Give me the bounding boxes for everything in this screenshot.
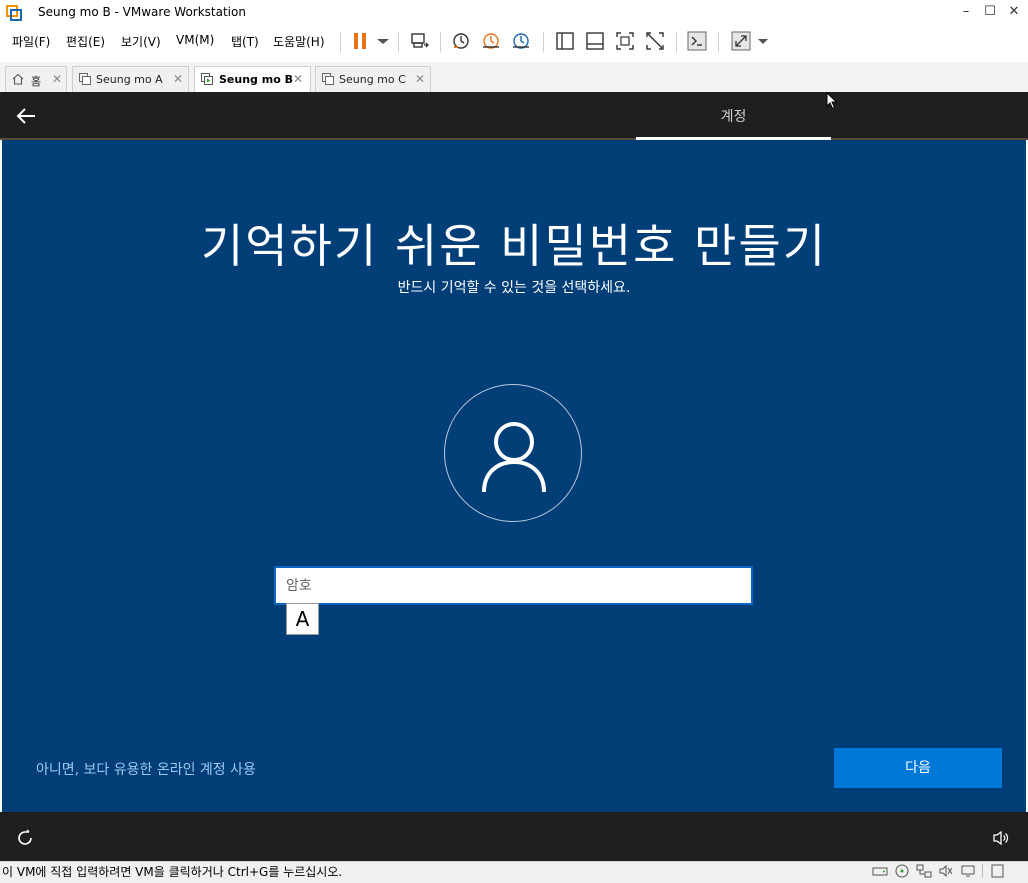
tab-home[interactable]: 홈 ✕ <box>5 66 67 92</box>
send-ctrl-alt-del-icon[interactable] <box>408 30 430 52</box>
menu-help[interactable]: 도움말(H) <box>273 33 325 50</box>
oobe-top-bar <box>0 92 1028 138</box>
vmware-app-icon <box>6 5 22 21</box>
window-title: Seung mo B - VMware Workstation <box>38 5 246 19</box>
library-icon[interactable] <box>554 30 576 52</box>
snapshot-icon[interactable] <box>450 30 472 52</box>
tab-seung-mo-a[interactable]: Seung mo A ✕ <box>72 66 189 92</box>
revert-snapshot-icon[interactable] <box>480 30 502 52</box>
toolbar-separator <box>440 32 441 52</box>
next-button[interactable]: 다음 <box>834 748 1002 788</box>
vm-running-icon <box>201 73 213 85</box>
online-account-link[interactable]: 아니면, 보다 유용한 온라인 계정 사용 <box>36 759 256 779</box>
display-icon[interactable] <box>960 864 976 878</box>
tab-seung-mo-b[interactable]: Seung mo B ✕ <box>194 66 311 93</box>
ime-indicator: A <box>286 603 319 635</box>
message-log-icon[interactable] <box>990 864 1006 878</box>
dropdown-icon[interactable] <box>752 30 774 52</box>
menu-view[interactable]: 보기(V) <box>121 33 161 50</box>
menu-tabs[interactable]: 탭(T) <box>231 33 259 50</box>
mouse-cursor-icon <box>826 92 838 110</box>
tab-label: Seung mo B <box>219 73 293 86</box>
toolbar-separator <box>340 32 341 52</box>
close-tab-icon[interactable]: ✕ <box>173 72 183 86</box>
toolbar-separator <box>398 32 399 52</box>
tab-label: Seung mo A <box>96 73 163 86</box>
hard-disk-icon[interactable] <box>872 864 888 878</box>
menu-file[interactable]: 파일(F) <box>12 33 50 50</box>
password-input[interactable] <box>274 566 753 605</box>
page-subtitle: 반드시 기억할 수 있는 것을 선택하세요. <box>397 280 631 296</box>
page-title: 기억하기 쉬운 비밀번호 만들기 <box>200 219 828 273</box>
toolbar-separator <box>543 32 544 52</box>
cd-dvd-icon[interactable] <box>894 864 910 878</box>
toolbar-separator <box>718 32 719 52</box>
sound-card-icon[interactable] <box>938 864 954 878</box>
thumbnail-icon[interactable] <box>584 30 606 52</box>
dropdown-icon[interactable] <box>372 30 394 52</box>
snapshot-manager-icon[interactable] <box>510 30 532 52</box>
close-tab-icon[interactable]: ✕ <box>52 72 62 86</box>
home-icon <box>12 73 24 85</box>
status-separator <box>982 864 983 878</box>
unity-icon[interactable] <box>644 30 666 52</box>
ease-of-access-icon[interactable] <box>16 828 36 848</box>
close-button[interactable]: ✕ <box>1000 0 1028 26</box>
tab-seung-mo-c[interactable]: Seung mo C ✕ <box>315 66 431 92</box>
back-arrow-icon[interactable] <box>14 104 38 128</box>
tab-account[interactable]: 계정 <box>636 106 831 126</box>
console-icon[interactable] <box>686 30 708 52</box>
tab-label: 홈 <box>31 75 42 88</box>
menu-vm[interactable]: VM(M) <box>176 33 214 47</box>
user-icon <box>482 422 546 493</box>
toolbar-separator <box>676 32 677 52</box>
full-screen-icon[interactable] <box>614 30 636 52</box>
vm-icon <box>322 73 334 85</box>
vm-icon <box>79 73 91 85</box>
network-icon[interactable] <box>916 864 932 878</box>
volume-icon[interactable] <box>992 829 1010 847</box>
tab-label: Seung mo C <box>339 73 406 86</box>
pause-icon[interactable] <box>350 30 372 52</box>
oobe-bottom-bar <box>0 812 1028 861</box>
status-message: 이 VM에 직접 입력하려면 VM을 클릭하거나 Ctrl+G를 누르십시오. <box>2 865 343 879</box>
close-tab-icon[interactable]: ✕ <box>415 72 425 86</box>
menu-edit[interactable]: 편집(E) <box>66 33 105 50</box>
close-tab-icon[interactable]: ✕ <box>293 72 303 86</box>
stretch-icon[interactable] <box>730 30 752 52</box>
